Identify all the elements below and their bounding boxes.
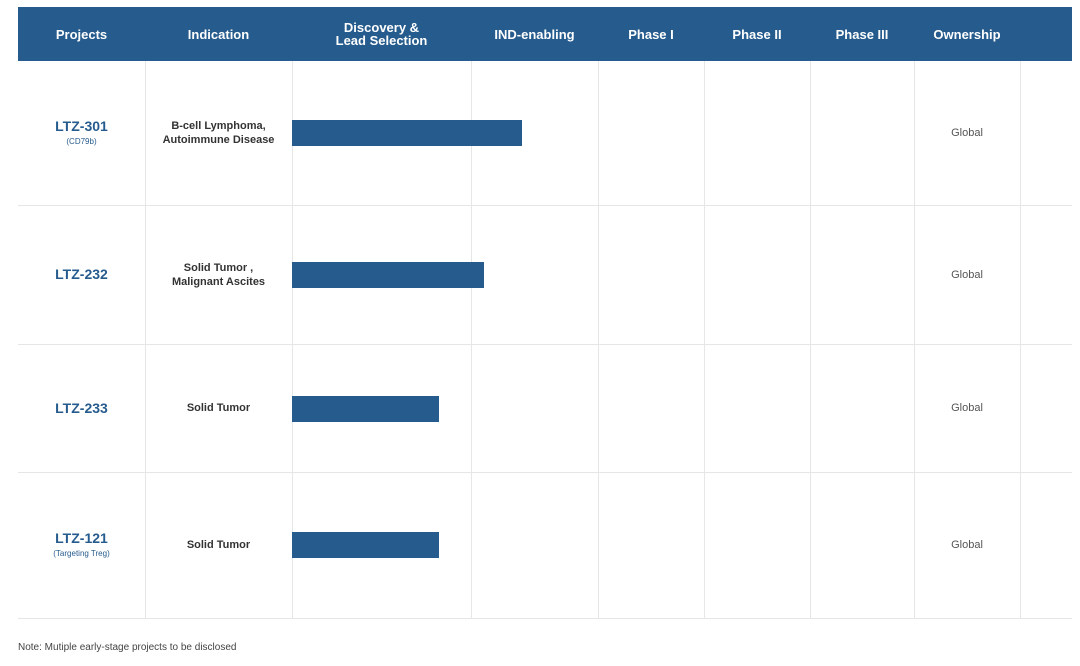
indication-text: Solid Tumor , Malignant Ascites xyxy=(171,261,266,288)
table-row: LTZ-233 Solid Tumor Global xyxy=(18,344,1072,473)
indication-text: Solid Tumor xyxy=(186,402,251,414)
header-discovery: Discovery & Lead Selection xyxy=(335,20,428,48)
table-row: LTZ-232 Solid Tumor , Malignant Ascites … xyxy=(18,205,1072,345)
project-target: (CD79b) xyxy=(66,137,97,146)
project-cell: LTZ-233 xyxy=(18,344,145,472)
ownership-text: Global xyxy=(951,127,983,139)
indication-cell: Solid Tumor xyxy=(145,472,292,618)
project-cell: LTZ-121 (Targeting Treg) xyxy=(18,472,145,618)
progress-bar xyxy=(292,396,439,422)
project-name: LTZ-121 xyxy=(55,530,108,546)
ownership-cell: Global xyxy=(914,61,1020,205)
table-row: LTZ-121 (Targeting Treg) Solid Tumor Glo… xyxy=(18,472,1072,619)
progress-bar xyxy=(292,532,439,558)
header-projects: Projects xyxy=(55,26,108,42)
indication-cell: Solid Tumor , Malignant Ascites xyxy=(145,205,292,344)
progress-bar xyxy=(292,120,522,146)
footnote: Note: Mutiple early-stage projects to be… xyxy=(18,642,237,653)
project-target: (Targeting Treg) xyxy=(53,549,110,558)
ownership-text: Global xyxy=(951,268,983,281)
header-indication: Indication xyxy=(187,26,250,42)
project-name: LTZ-301 xyxy=(55,118,108,134)
indication-cell: Solid Tumor xyxy=(145,344,292,472)
project-name: LTZ-233 xyxy=(55,399,108,416)
header-ind-enabling: IND-enabling xyxy=(494,26,575,42)
indication-text: B-cell Lymphoma, Autoimmune Disease xyxy=(162,120,275,146)
ownership-cell: Global xyxy=(914,205,1020,344)
indication-text: Solid Tumor xyxy=(186,539,251,551)
ownership-cell: Global xyxy=(914,472,1020,618)
ownership-text: Global xyxy=(951,539,983,551)
indication-cell: B-cell Lymphoma, Autoimmune Disease xyxy=(145,61,292,205)
header-phase-2: Phase II xyxy=(732,26,782,42)
ownership-text: Global xyxy=(951,402,983,414)
progress-bar xyxy=(292,262,484,288)
header-ownership: Ownership xyxy=(933,26,1001,42)
ownership-cell: Global xyxy=(914,344,1020,472)
project-cell: LTZ-232 xyxy=(18,205,145,344)
project-name: LTZ-232 xyxy=(55,266,108,282)
header-phase-1: Phase I xyxy=(628,26,674,42)
table-row: LTZ-301 (CD79b) B-cell Lymphoma, Autoimm… xyxy=(18,61,1072,206)
project-cell: LTZ-301 (CD79b) xyxy=(18,61,145,205)
table-header: Projects Indication Discovery & Lead Sel… xyxy=(18,7,1072,61)
header-phase-3: Phase III xyxy=(835,26,889,42)
